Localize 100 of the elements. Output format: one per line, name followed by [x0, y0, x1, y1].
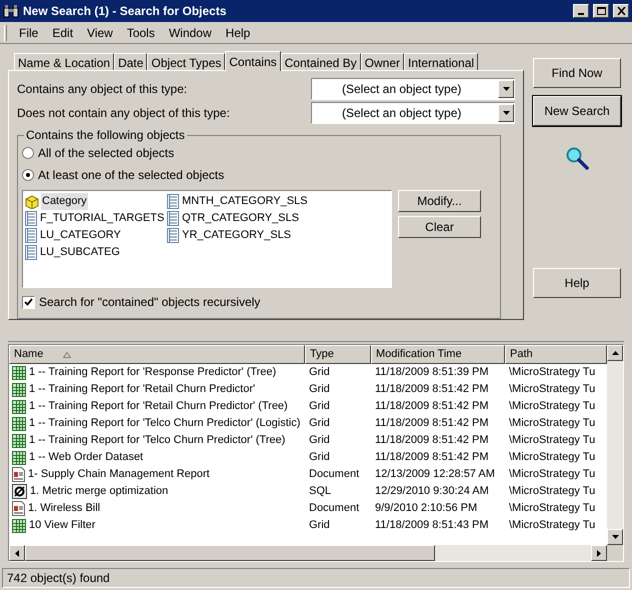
maximize-icon	[596, 7, 606, 15]
field-label: Does not contain any object of this type:	[17, 105, 230, 122]
minimize-button[interactable]	[573, 4, 589, 18]
column-header[interactable]: Name	[9, 345, 305, 364]
grid-icon	[12, 434, 26, 448]
grid-icon	[12, 400, 26, 414]
table-cell-text: 11/18/2009 8:51:42 PM	[374, 382, 490, 398]
table-cell-text: 11/18/2009 8:51:42 PM	[374, 399, 490, 414]
tab[interactable]: International	[404, 53, 478, 70]
object-item[interactable]: LU_CATEGORY	[39, 227, 122, 244]
menu-item[interactable]: Tools	[120, 24, 161, 42]
horizontal-scrollbar[interactable]	[9, 545, 607, 561]
button[interactable]: Help	[533, 268, 621, 298]
table-cell-text: \MicroStrategy Tu	[508, 467, 596, 482]
table-cell-text: 1. Metric merge optimization	[30, 484, 168, 500]
scroll-up-button[interactable]	[607, 345, 623, 361]
radio-label: At least one of the selected objects	[38, 167, 224, 184]
table-icon	[167, 228, 179, 243]
up-arrow-icon	[612, 351, 618, 355]
table-cell-text: Grid	[308, 382, 331, 398]
table-icon	[25, 245, 37, 260]
button[interactable]: Clear	[398, 216, 481, 238]
object-type-dropdown[interactable]: (Select an object type)	[311, 102, 515, 124]
table-cell-text: \MicroStrategy Tu	[508, 416, 596, 432]
menu-item[interactable]: File	[13, 24, 44, 42]
object-item[interactable]: MNTH_CATEGORY_SLS	[181, 193, 309, 210]
close-button[interactable]	[613, 4, 629, 18]
maximize-button[interactable]	[593, 4, 609, 18]
column-header[interactable]: Modification Time	[371, 345, 505, 364]
vertical-scrollbar[interactable]	[607, 345, 623, 545]
radio-button[interactable]	[22, 169, 34, 181]
table-cell-text: Document	[308, 501, 360, 516]
table-cell-text: Grid	[308, 450, 331, 466]
dropdown-value: (Select an object type)	[341, 81, 462, 98]
object-item[interactable]: YR_CATEGORY_SLS	[181, 227, 292, 244]
button[interactable]: Modify...	[398, 190, 481, 212]
table-icon	[167, 211, 179, 226]
table-cell-text: \MicroStrategy Tu	[508, 382, 596, 398]
group-title: Contains the following objects	[24, 128, 187, 142]
status-text: 742 object(s) found	[7, 570, 110, 587]
table-cell-text: 1- Supply Chain Management Report	[28, 467, 210, 482]
table-cell-text: 12/29/2010 9:30:24 AM	[374, 484, 490, 500]
table-cell-text: \MicroStrategy Tu	[508, 365, 596, 380]
checkbox[interactable]	[22, 296, 35, 308]
document-icon	[12, 467, 25, 482]
scroll-left-button[interactable]	[9, 545, 25, 561]
menu-item[interactable]: Help	[220, 24, 256, 42]
table-icon	[25, 228, 37, 243]
table-cell-text: Document	[308, 467, 360, 482]
grid-icon	[12, 518, 26, 532]
table-cell-text: 11/18/2009 8:51:39 PM	[374, 365, 490, 380]
menu-item[interactable]: View	[81, 24, 119, 42]
button[interactable]: New Search	[533, 96, 621, 126]
object-item[interactable]: F_TUTORIAL_TARGETS	[39, 210, 166, 227]
table-icon	[167, 194, 179, 209]
grid-icon	[12, 382, 26, 396]
scroll-thumb[interactable]	[25, 545, 435, 561]
table-cell-text: 1. Wireless Bill	[28, 501, 100, 516]
table-cell-text: 11/18/2009 8:51:42 PM	[374, 450, 490, 466]
table-cell-text: \MicroStrategy Tu	[508, 399, 596, 414]
table-cell-text: \MicroStrategy Tu	[508, 484, 596, 500]
table-cell-text: 11/18/2009 8:51:42 PM	[374, 433, 490, 448]
table-cell-text: 11/18/2009 8:51:42 PM	[374, 416, 490, 432]
table-cell-text: 1 -- Web Order Dataset	[29, 450, 144, 466]
scroll-down-button[interactable]	[607, 529, 623, 545]
column-header[interactable]: Path	[505, 345, 607, 364]
column-header[interactable]: Type	[305, 345, 371, 364]
menu-item[interactable]: Window	[162, 24, 218, 42]
table-cell-text: Grid	[308, 399, 331, 414]
table-cell-text: \MicroStrategy Tu	[508, 518, 596, 534]
radio-button[interactable]	[22, 147, 34, 159]
table-cell-text: Grid	[308, 416, 331, 432]
tab[interactable]: Contained By	[280, 53, 361, 70]
tab[interactable]: Owner	[360, 53, 404, 70]
table-cell-text: 1 -- Training Report for 'Response Predictor' (Tree)	[29, 365, 276, 380]
object-type-dropdown[interactable]: (Select an object type)	[311, 78, 515, 100]
tab[interactable]: Name & Location	[14, 53, 114, 70]
magnifier-icon	[565, 146, 589, 170]
table-icon	[25, 211, 37, 226]
field-label: Contains any object of this type:	[17, 81, 188, 98]
table-cell-text: \MicroStrategy Tu	[508, 501, 596, 516]
table-cell-text: Grid	[308, 433, 331, 448]
grid-icon	[12, 450, 26, 464]
menu-item[interactable]: Edit	[46, 24, 80, 42]
object-item[interactable]: QTR_CATEGORY_SLS	[181, 210, 300, 227]
binoculars-icon	[3, 4, 19, 18]
tab[interactable]: Object Types	[147, 53, 226, 70]
object-item[interactable]: LU_SUBCATEG	[39, 244, 121, 261]
table-cell-text: Grid	[308, 518, 331, 534]
object-item[interactable]: Category	[41, 193, 88, 210]
button[interactable]: Find Now	[533, 58, 621, 88]
table-cell-text: 11/18/2009 8:51:43 PM	[374, 518, 490, 534]
table-cell-text: 9/9/2010 2:10:56 PM	[374, 501, 478, 516]
checkbox-label: Search for "contained" objects recursively	[39, 294, 260, 311]
sort-arrow-icon	[63, 352, 72, 358]
tab[interactable]: Date	[114, 53, 148, 70]
right-arrow-icon	[597, 550, 601, 556]
table-cell-text: \MicroStrategy Tu	[508, 450, 596, 466]
tab[interactable]: Contains	[225, 51, 281, 71]
scroll-right-button[interactable]	[591, 545, 607, 561]
